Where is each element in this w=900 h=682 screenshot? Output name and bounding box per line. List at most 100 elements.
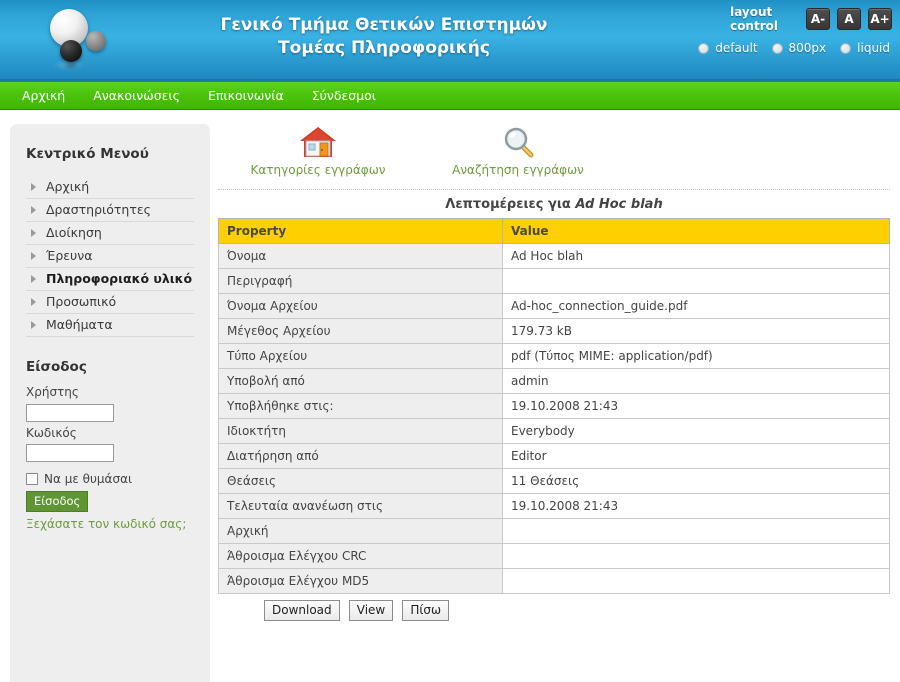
password-input[interactable] (26, 444, 114, 462)
table-row: Όνομα Αρχείου Ad-hoc_connection_guide.pd… (218, 293, 890, 319)
sidebar-item-staff[interactable]: Προσωπικό (26, 291, 194, 314)
row-property: Υποβλήθηκε στις: (218, 393, 503, 419)
sidebar-item-information-material[interactable]: Πληροφοριακό υλικό (26, 268, 194, 291)
layout-option-800px-label: 800px (788, 41, 827, 55)
table-row: Τύπο Αρχείου pdf (Τύπος MIME: applicatio… (218, 343, 890, 369)
row-property: Ιδιοκτήτη (218, 418, 503, 444)
row-property: Μέγεθος Αρχείου (218, 318, 503, 344)
row-value: 19.10.2008 21:43 (502, 393, 890, 419)
chevron-right-icon (31, 251, 36, 260)
sidebar-item-label: Προσωπικό (46, 294, 117, 309)
row-property: Θεάσεις (218, 468, 503, 494)
sidebar-item-label: Δραστηριότητες (46, 202, 151, 217)
sidebar-item-arxiki[interactable]: Αρχική (26, 176, 194, 199)
sidebar-item-administration[interactable]: Διοίκηση (26, 222, 194, 245)
row-property: Τελευταία ανανέωση στις (218, 493, 503, 519)
row-value: Ad-hoc_connection_guide.pdf (502, 293, 890, 319)
column-header-value: Value (502, 218, 890, 244)
sidebar-item-research[interactable]: Έρευνα (26, 245, 194, 268)
row-value (502, 518, 890, 544)
table-row: Ιδιοκτήτη Everybody (218, 418, 890, 444)
table-row: Υποβλήθηκε στις: 19.10.2008 21:43 (218, 393, 890, 419)
chevron-right-icon (31, 274, 36, 283)
sidebar-item-label: Διοίκηση (46, 225, 102, 240)
font-decrease-button[interactable]: A- (806, 8, 830, 30)
chevron-right-icon (31, 297, 36, 306)
logo-sphere-black (60, 40, 82, 62)
logo-sphere-gray (86, 31, 106, 51)
nav-item-home[interactable]: Αρχική (8, 82, 79, 110)
column-header-property: Property (218, 218, 503, 244)
row-property: Τύπο Αρχείου (218, 343, 503, 369)
nav-item-announcements[interactable]: Ανακοινώσεις (79, 82, 194, 110)
back-button[interactable]: Πίσω (402, 600, 450, 621)
row-property: Υποβολή από (218, 368, 503, 394)
sidebar-item-activities[interactable]: Δραστηριότητες (26, 199, 194, 222)
username-input[interactable] (26, 403, 114, 422)
download-button[interactable]: Download (264, 600, 340, 621)
layout-option-800px[interactable]: 800px (771, 41, 827, 55)
sidebar-item-courses[interactable]: Μαθήματα (26, 314, 194, 337)
table-row: Μέγεθος Αρχείου 179.73 kB (218, 318, 890, 344)
row-value: 11 Θεάσεις (502, 468, 890, 494)
chevron-right-icon (31, 320, 36, 329)
layout-control-label: layout control (730, 5, 778, 33)
nav-item-links[interactable]: Σύνδεσμοι (298, 82, 390, 110)
logo-reflection-dark (62, 62, 80, 70)
table-row: Άθροισμα Ελέγχου CRC (218, 543, 890, 569)
font-size-controls: A- A A+ (806, 8, 892, 30)
magnifier-icon (504, 127, 534, 158)
layout-option-default[interactable]: default (698, 41, 758, 55)
sidebar-item-label: Έρευνα (46, 248, 93, 263)
radio-800px-icon[interactable] (771, 42, 783, 54)
table-row: Τελευταία ανανέωση στις 19.10.2008 21:43 (218, 493, 890, 519)
remember-me-row[interactable]: Να με θυμάσαι (26, 472, 194, 486)
action-buttons: Download View Πίσω (218, 594, 890, 621)
shortcut-row: Κατηγορίες εγγράφων Αναζήτηση εγγράφων (218, 110, 890, 183)
sidebar: Κεντρικό Μενού Αρχική Δραστηριότητες Διο… (10, 124, 210, 682)
row-value: admin (502, 368, 890, 394)
sidebar-menu-heading: Κεντρικό Μενού (26, 146, 149, 162)
sidebar-item-label: Αρχική (46, 179, 90, 194)
radio-default-icon[interactable] (698, 42, 710, 54)
row-property: Διατήρηση από (218, 443, 503, 469)
shortcut-label: Αναζήτηση εγγράφων (452, 163, 584, 177)
shortcut-document-categories[interactable]: Κατηγορίες εγγράφων (218, 124, 418, 177)
sidebar-item-label: Μαθήματα (46, 317, 113, 332)
details-title-item: Ad Hoc blah (575, 197, 663, 212)
shortcut-label: Κατηγορίες εγγράφων (250, 163, 386, 177)
row-value: 19.10.2008 21:43 (502, 493, 890, 519)
username-label: Χρήστης (26, 385, 79, 399)
table-row: Άθροισμα Ελέγχου MD5 (218, 568, 890, 594)
layout-option-liquid[interactable]: liquid (840, 41, 890, 55)
remember-me-checkbox[interactable] (26, 473, 38, 485)
house-icon (300, 127, 336, 157)
page-body: Κεντρικό Μενού Αρχική Δραστηριότητες Διο… (0, 110, 900, 682)
radio-liquid-icon[interactable] (840, 42, 852, 54)
row-property: Άθροισμα Ελέγχου MD5 (218, 568, 503, 594)
row-property: Αρχική (218, 518, 503, 544)
properties-table: Property Value Όνομα Ad Hoc blah Περιγρα… (218, 218, 890, 594)
view-button[interactable]: View (348, 600, 394, 621)
table-row: Όνομα Ad Hoc blah (218, 243, 890, 269)
chevron-right-icon (31, 182, 36, 191)
layout-option-default-label: default (715, 41, 758, 55)
table-row: Θεάσεις 11 Θεάσεις (218, 468, 890, 494)
row-property: Όνομα Αρχείου (218, 293, 503, 319)
sidebar-menu: Αρχική Δραστηριότητες Διοίκηση Έρευνα Πλ… (26, 176, 194, 337)
table-header-row: Property Value (218, 218, 890, 244)
table-row: Περιγραφή (218, 268, 890, 294)
login-submit-button[interactable]: Είσοδος (26, 491, 89, 512)
font-increase-button[interactable]: A+ (868, 8, 892, 30)
nav-item-contact[interactable]: Επικοινωνία (194, 82, 298, 110)
row-value: Everybody (502, 418, 890, 444)
row-value: Ad Hoc blah (502, 243, 890, 269)
row-value (502, 543, 890, 569)
shortcut-document-search[interactable]: Αναζήτηση εγγράφων (418, 124, 618, 177)
table-row: Αρχική (218, 518, 890, 544)
row-value (502, 268, 890, 294)
forgot-password-link[interactable]: Ξεχάσατε τον κωδικό σας; (26, 517, 194, 531)
layout-control-line1: layout (730, 5, 773, 19)
password-label: Κωδικός (26, 425, 77, 440)
font-reset-button[interactable]: A (837, 8, 861, 30)
